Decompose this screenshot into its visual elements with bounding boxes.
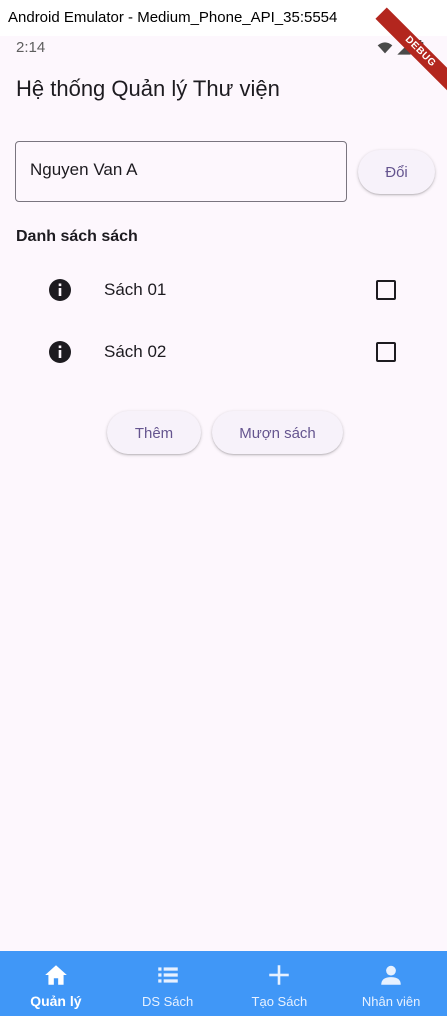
book-list-heading: Danh sách sách <box>16 228 138 245</box>
book-title: Sách 01 <box>104 280 167 299</box>
home-icon <box>45 965 67 985</box>
nav-item-create-book[interactable]: Tạo Sách <box>224 951 336 1016</box>
book-list-item[interactable]: Sách 02 <box>0 322 447 382</box>
page-title: Hệ thống Quản lý Thư viện <box>16 76 280 101</box>
employee-name-input[interactable] <box>30 160 330 180</box>
add-book-button[interactable]: Thêm <box>107 411 201 454</box>
info-icon[interactable] <box>48 340 72 364</box>
book-title: Sách 02 <box>104 342 167 361</box>
info-icon[interactable] <box>48 278 72 302</box>
wifi-icon <box>377 42 393 54</box>
nav-item-label: Quản lý <box>30 993 82 1009</box>
book-checkbox[interactable] <box>376 342 396 362</box>
nav-item-staff[interactable]: Nhân viên <box>335 951 447 1016</box>
borrow-book-button[interactable]: Mượn sách <box>212 411 343 454</box>
status-time: 2:14 <box>16 39 46 56</box>
nav-item-manage[interactable]: Quản lý <box>0 951 112 1016</box>
person-icon <box>381 965 401 985</box>
bottom-navigation: Quản lý DS Sách Tạo Sách Nhân viên <box>0 951 447 1016</box>
change-name-button[interactable]: Đổi <box>358 150 435 194</box>
list-icon <box>157 967 178 983</box>
book-list-item[interactable]: Sách 01 <box>0 260 447 320</box>
employee-name-field[interactable] <box>15 141 347 202</box>
nav-item-label: DS Sách <box>141 994 194 1009</box>
nav-item-label: Tạo Sách <box>251 994 308 1009</box>
nav-item-book-list[interactable]: DS Sách <box>112 951 224 1016</box>
window-title: Android Emulator - Medium_Phone_API_35:5… <box>8 9 338 26</box>
book-checkbox[interactable] <box>376 280 396 300</box>
nav-item-label: Nhân viên <box>361 994 421 1009</box>
status-bar: 2:14 <box>0 36 447 60</box>
add-icon <box>269 965 290 985</box>
